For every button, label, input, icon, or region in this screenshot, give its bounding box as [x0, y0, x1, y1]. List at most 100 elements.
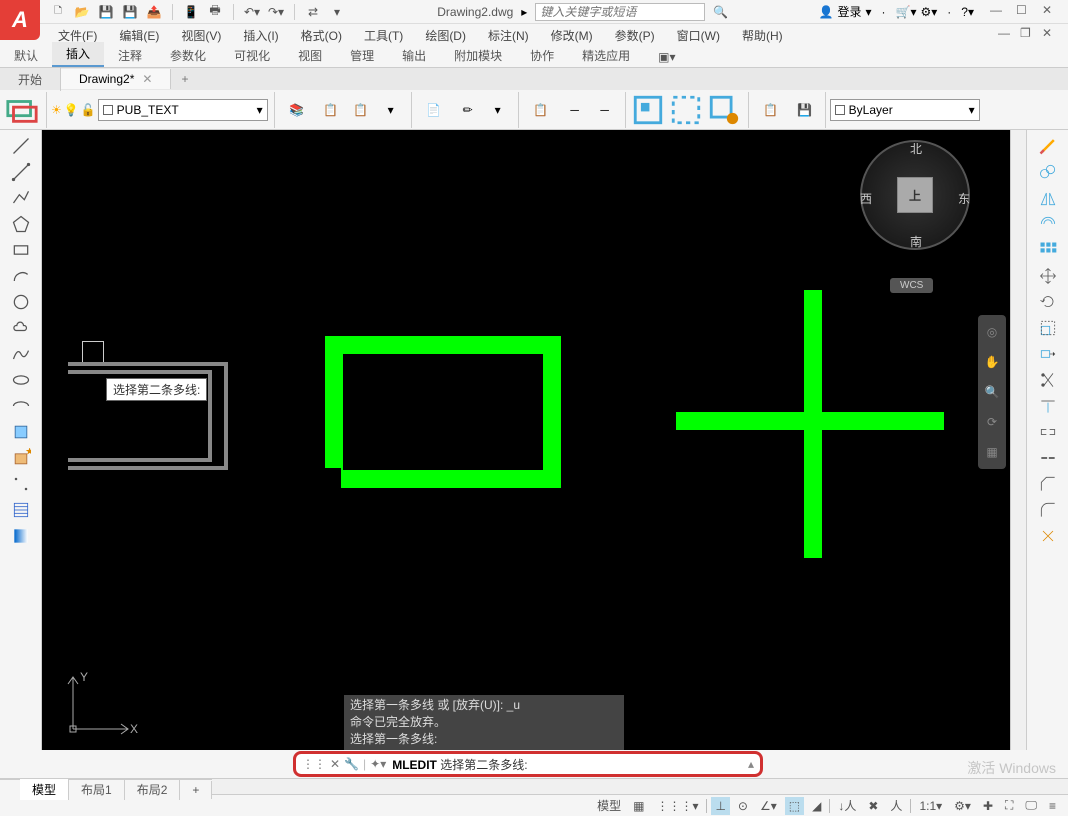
ribbon-tab-collab[interactable]: 协作 — [516, 44, 568, 67]
join-icon[interactable] — [1032, 446, 1064, 470]
clipboard-paste-icon[interactable]: 📋 — [753, 92, 789, 128]
gradient-icon[interactable] — [5, 524, 37, 548]
login-link[interactable]: 登录 — [838, 3, 862, 20]
open-icon[interactable]: 📂 — [72, 2, 92, 22]
wcs-badge[interactable]: WCS — [890, 278, 933, 293]
vertical-scrollbar[interactable] — [1010, 130, 1026, 750]
viewcube[interactable]: 上 北 南 东 西 WCS — [860, 140, 980, 290]
rectangle-icon[interactable] — [5, 238, 37, 262]
block-icon[interactable] — [5, 420, 37, 444]
status-iso-icon[interactable]: ∠▾ — [756, 797, 781, 815]
ribbon-collapse-icon[interactable]: ▣▾ — [644, 47, 689, 67]
polygon-icon[interactable] — [5, 212, 37, 236]
doc-minimize-icon[interactable]: — — [998, 26, 1016, 44]
nav-show-icon[interactable]: ▦ — [981, 441, 1003, 463]
status-3dosnap-icon[interactable]: ◢ — [808, 797, 825, 815]
cmd-close-icon[interactable]: ✕ — [330, 757, 340, 771]
layout-tab-1[interactable]: 布局1 — [69, 779, 125, 800]
ribbon-tab-insert[interactable]: 插入 — [52, 42, 104, 67]
close-icon[interactable]: ✕ — [1042, 3, 1060, 21]
status-osnap-icon[interactable]: ⬚ — [785, 797, 804, 815]
nav-zoom-icon[interactable]: 🔍 — [981, 381, 1003, 403]
status-ui-icon[interactable]: 🖵 — [1021, 796, 1041, 815]
menu-tools[interactable]: 工具(T) — [354, 25, 413, 46]
nav-wheel-icon[interactable]: ◎ — [981, 321, 1003, 343]
search-input[interactable] — [535, 3, 705, 21]
status-anno-icon[interactable]: ✚ — [979, 797, 997, 815]
ribbon-tab-view[interactable]: 视图 — [284, 44, 336, 67]
layout-tab-add-icon[interactable]: + — [180, 781, 212, 799]
redo-icon[interactable]: ↷▾ — [266, 2, 286, 22]
menu-window[interactable]: 窗口(W) — [667, 25, 730, 46]
user-icon[interactable]: 👤 — [819, 5, 834, 19]
nav-orbit-icon[interactable]: ⟳ — [981, 411, 1003, 433]
xline-icon[interactable] — [5, 160, 37, 184]
search-icon[interactable]: 🔍 — [713, 5, 728, 19]
new-block-icon[interactable]: ★ — [5, 446, 37, 470]
undo-icon[interactable]: ↶▾ — [242, 2, 262, 22]
layer-lock-icon[interactable]: 🔓 — [81, 103, 96, 117]
status-polar-icon[interactable]: ⊙ — [734, 797, 752, 815]
circle-icon[interactable] — [5, 290, 37, 314]
layermore-icon[interactable]: ▾ — [377, 96, 405, 124]
block-edit-icon[interactable]: ✏ — [454, 96, 482, 124]
ribbon-tab-default[interactable]: 默认 — [0, 44, 52, 67]
cloud-icon[interactable] — [5, 316, 37, 340]
qat-dropdown-icon[interactable]: ▾ — [327, 2, 347, 22]
ribbon-tab-visualize[interactable]: 可视化 — [220, 44, 284, 67]
command-bar[interactable]: ⋮⋮ ✕ 🔧 | ✦▾ MLEDIT 选择第二条多线: ▴ — [293, 751, 763, 777]
ribbon-tab-output[interactable]: 输出 — [388, 44, 440, 67]
layout-tab-2[interactable]: 布局2 — [125, 779, 181, 800]
ribbon-tab-manage[interactable]: 管理 — [336, 44, 388, 67]
layer-combo[interactable]: PUB_TEXT ▾ — [98, 99, 268, 121]
help-icon[interactable]: ?▾ — [961, 5, 974, 19]
status-grid-icon[interactable]: ▦ — [629, 797, 648, 815]
status-scale[interactable]: 1:1▾ — [915, 797, 946, 815]
spline-icon[interactable] — [5, 342, 37, 366]
ribbon-tab-parametric[interactable]: 参数化 — [156, 44, 220, 67]
viewcube-face[interactable]: 上 — [897, 177, 933, 213]
fillet-icon[interactable] — [1032, 498, 1064, 522]
props-match-icon[interactable]: 📋 — [523, 92, 559, 128]
doc-tab-start[interactable]: 开始 — [0, 68, 61, 91]
linetype-combo[interactable]: ByLayer ▾ — [830, 99, 980, 121]
menu-param[interactable]: 参数(P) — [605, 25, 665, 46]
minimize-icon[interactable]: — — [990, 3, 1008, 21]
status-lwt-icon[interactable]: ↓人 — [834, 795, 860, 816]
chamfer-icon[interactable] — [1032, 472, 1064, 496]
menu-modify[interactable]: 修改(M) — [541, 25, 603, 46]
polyline-icon[interactable] — [5, 186, 37, 210]
hatch-icon[interactable] — [5, 498, 37, 522]
doc-tab-close-icon[interactable]: ✕ — [142, 72, 152, 86]
status-cycle-icon[interactable]: 人 — [886, 795, 906, 816]
offset-icon[interactable] — [1032, 212, 1064, 236]
layerstate-icon[interactable]: 📚 — [279, 92, 315, 128]
menu-insert[interactable]: 插入(I) — [233, 25, 288, 46]
saveas-icon[interactable]: 💾 — [120, 2, 140, 22]
nav-pan-icon[interactable]: ✋ — [981, 351, 1003, 373]
doc-tab-add-icon[interactable]: + — [171, 69, 198, 89]
mirror-icon[interactable] — [1032, 186, 1064, 210]
layer-sun-icon[interactable]: ☀ — [51, 103, 62, 117]
login-dropdown-icon[interactable]: ▾ — [866, 5, 872, 19]
point-icon[interactable] — [5, 472, 37, 496]
status-menu-icon[interactable]: ≡ — [1045, 797, 1060, 815]
extend-icon[interactable] — [1032, 394, 1064, 418]
share-icon[interactable]: ⇄ — [303, 2, 323, 22]
trim-icon[interactable] — [1032, 368, 1064, 392]
ribbon-tab-addins[interactable]: 附加模块 — [440, 44, 516, 67]
viewcube-east[interactable]: 东 — [958, 190, 970, 207]
status-trans-icon[interactable]: ✖ — [864, 797, 882, 815]
status-ortho-icon[interactable]: ⊥ — [711, 797, 729, 815]
cloud-icon[interactable]: 📤 — [144, 2, 164, 22]
maximize-icon[interactable]: ☐ — [1016, 3, 1034, 21]
ellipse-icon[interactable] — [5, 368, 37, 392]
rotate-icon[interactable] — [1032, 290, 1064, 314]
menu-format[interactable]: 格式(O) — [291, 25, 352, 46]
drawing-canvas[interactable]: 选择第二条多线: YX 选择第一条多线 或 [放弃(U)]: _u 命令已完全放… — [42, 130, 1010, 750]
horizontal-scrollbar[interactable] — [212, 779, 1068, 794]
viewcube-south[interactable]: 南 — [910, 233, 922, 250]
block-more-icon[interactable]: ▾ — [484, 96, 512, 124]
layeroff-icon[interactable]: 📋 — [317, 96, 345, 124]
status-snap-icon[interactable]: ⋮⋮⋮▾ — [652, 797, 702, 815]
